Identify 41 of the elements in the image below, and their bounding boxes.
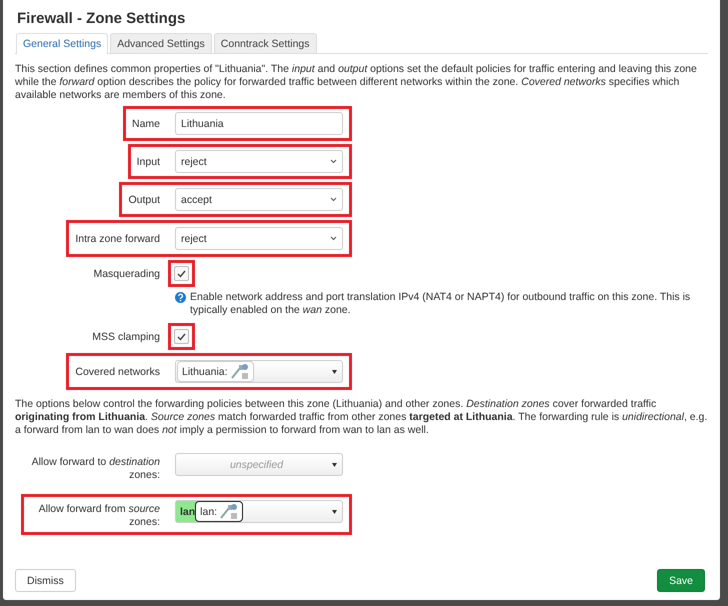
- policy-select[interactable]: accept: [175, 188, 343, 211]
- network-select[interactable]: lan lan:: [175, 500, 343, 523]
- network-icon: [220, 503, 238, 520]
- policy-select[interactable]: reject: [175, 150, 343, 173]
- dropdown-caret-icon: [332, 462, 337, 466]
- tab[interactable]: Conntrack Settings: [214, 33, 316, 53]
- dropdown-caret-icon: [332, 370, 337, 374]
- network-select[interactable]: Lithuania:: [175, 360, 343, 383]
- network-label: Lithuania:: [182, 366, 228, 378]
- field-label: Name: [132, 118, 160, 130]
- chevron-icon: [330, 236, 337, 241]
- dismiss-button[interactable]: Dismiss: [15, 569, 76, 592]
- field-label: Allow forward from source zones:: [38, 503, 160, 529]
- dialog-title: Firewall - Zone Settings: [17, 10, 186, 27]
- help-icon: [175, 292, 186, 303]
- chevron-icon: [330, 159, 337, 164]
- save-button[interactable]: Save: [657, 569, 705, 592]
- field-label: Input: [136, 156, 160, 168]
- field-label: Masquerading: [92, 266, 160, 280]
- field-label: Output: [128, 194, 160, 206]
- network-label: lan:: [200, 506, 218, 518]
- network-icon: [230, 363, 249, 380]
- description-text: This section defines common properties of "Lithuania". The input and output options set the default policies for traffic entering and leaving this zone while the forward option describes the policy for forwarded traffic between different networks within the zone. Covered networks specifies which available networks are members of this zone.: [15, 63, 698, 102]
- tab[interactable]: General Settings: [16, 33, 108, 54]
- chevron-icon: [330, 197, 337, 202]
- forwarding-description: The options below control the forwarding policies between this zone (Lithuania) and other zones. Destination zones cover forwarded traffic originating from Lithuania. Source zones match forwarded traffic from other zones targeted at Lithuania. The forwarding rule is unidirectional, e.g. a forward from lan to wan does not imply a permission to forward from wan to lan as well.: [15, 398, 708, 437]
- check-icon: [177, 332, 186, 340]
- network-chip[interactable]: lan:: [195, 501, 244, 522]
- field-label: Covered networks: [75, 366, 160, 378]
- field-label: Intra zone forward: [75, 232, 160, 244]
- policy-select[interactable]: reject: [175, 227, 343, 250]
- checkbox[interactable]: [174, 329, 189, 344]
- checkbox[interactable]: [174, 266, 189, 281]
- dropdown-caret-icon: [332, 510, 337, 514]
- check-icon: [177, 270, 186, 278]
- help-text: Enable network address and port translation IPv4 (NAT4 or NAPT4) for outbound traffic on this zone. This is typically enabled on the wan zone.: [190, 291, 692, 317]
- field-label: Allow forward to destination zones:: [30, 456, 160, 482]
- field-label: MSS clamping: [91, 330, 160, 344]
- tab[interactable]: Advanced Settings: [110, 33, 212, 53]
- name-field[interactable]: Lithuania: [175, 112, 343, 135]
- network-chip[interactable]: Lithuania:: [177, 361, 254, 382]
